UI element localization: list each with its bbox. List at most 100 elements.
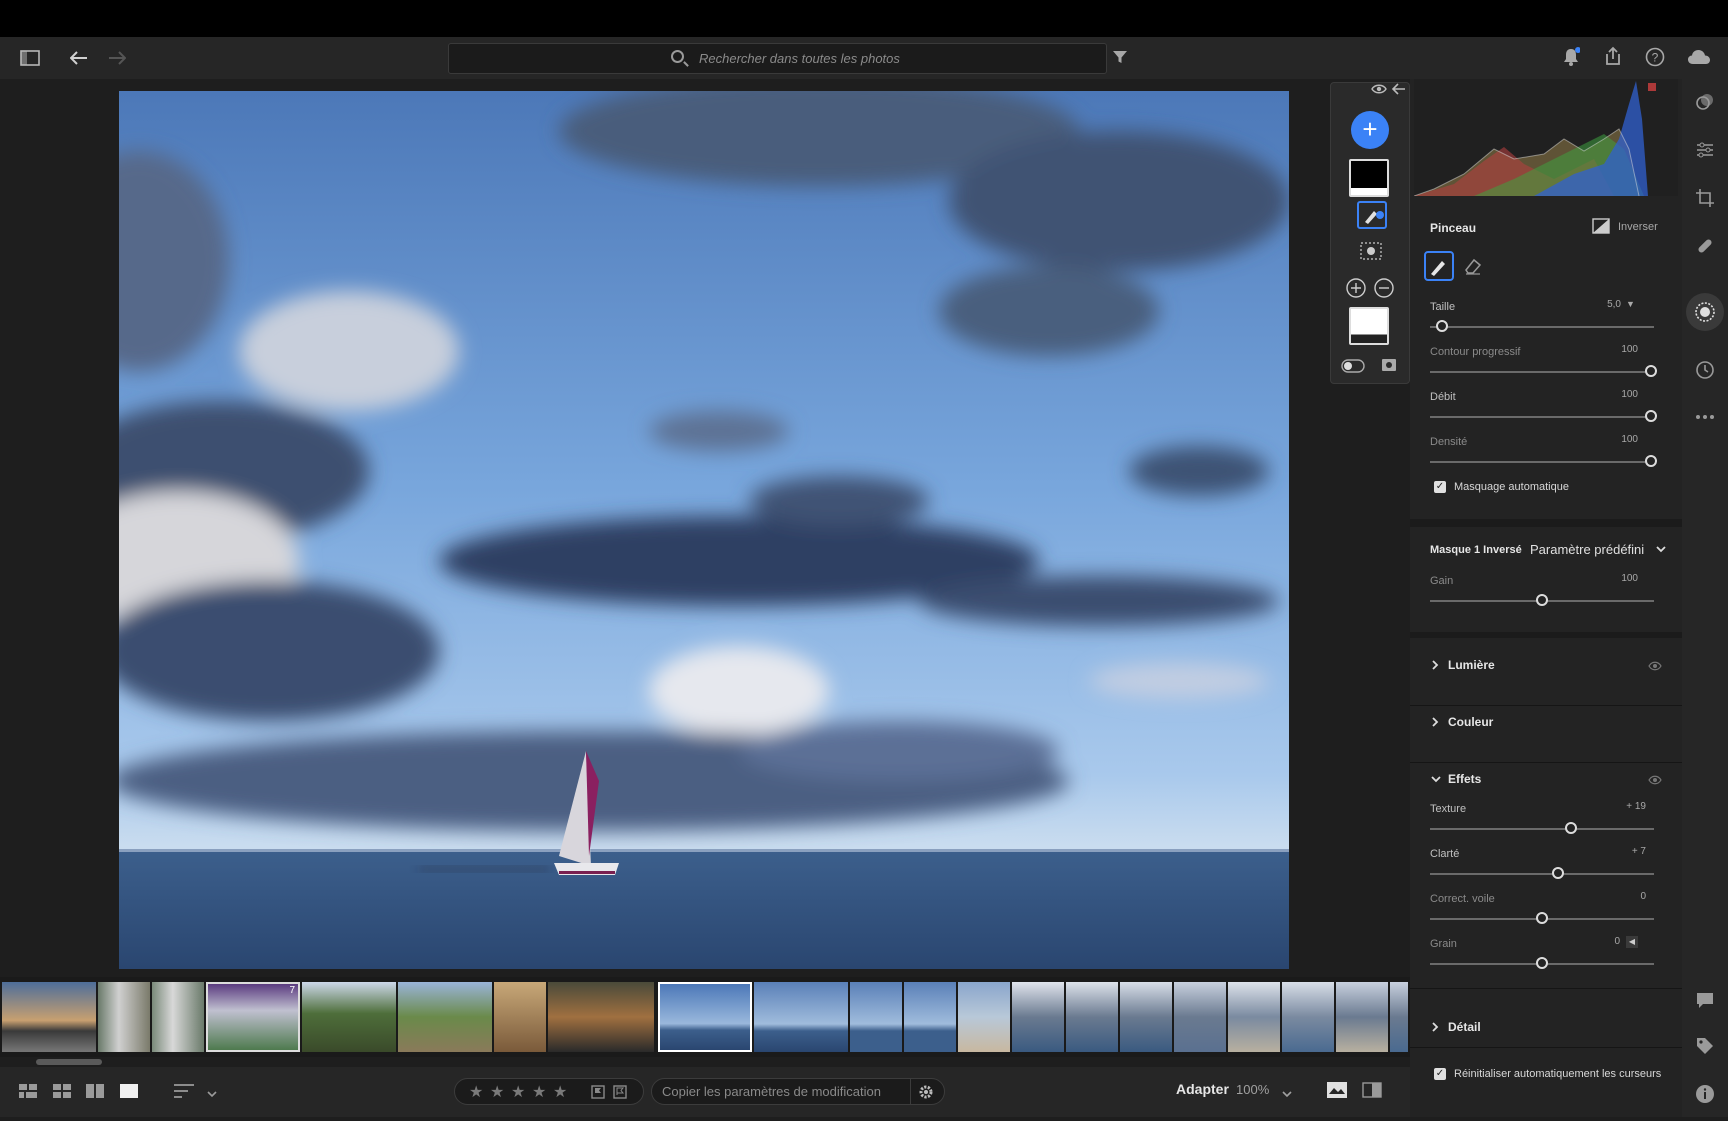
star-icon[interactable]: ★ bbox=[553, 1082, 567, 1102]
reset-sliders-checkbox[interactable]: ✓ bbox=[1434, 1068, 1446, 1080]
help-icon[interactable]: ? bbox=[1645, 47, 1665, 72]
section-detail[interactable]: Détail bbox=[1430, 1009, 1670, 1045]
before-after-icon[interactable] bbox=[1362, 1082, 1382, 1103]
fit-button[interactable]: Adapter bbox=[1176, 1081, 1229, 1097]
brush-tool-button[interactable] bbox=[1424, 251, 1454, 281]
section-color[interactable]: Couleur bbox=[1430, 704, 1670, 740]
filmstrip-thumb[interactable] bbox=[494, 982, 546, 1052]
gear-icon[interactable] bbox=[918, 1084, 934, 1105]
slider-density-value[interactable]: 100 bbox=[1598, 434, 1638, 445]
slider-feather-value[interactable]: 100 bbox=[1598, 344, 1638, 355]
filmstrip-thumb[interactable] bbox=[548, 982, 654, 1052]
slider-size-value[interactable]: 5,0 bbox=[1581, 299, 1621, 310]
eraser-tool-button[interactable] bbox=[1462, 255, 1484, 282]
subtract-from-mask-icon[interactable] bbox=[1373, 277, 1395, 304]
invert-label[interactable]: Inverser bbox=[1618, 221, 1658, 233]
star-icon[interactable]: ★ bbox=[469, 1082, 483, 1102]
slider-clarity-track[interactable] bbox=[1430, 873, 1654, 875]
size-dropdown-icon[interactable]: ▼ bbox=[1626, 299, 1635, 309]
back-arrow-icon[interactable] bbox=[64, 37, 94, 79]
slider-flow-knob[interactable] bbox=[1645, 410, 1657, 422]
zoom-chevron-down-icon[interactable] bbox=[1281, 1086, 1293, 1104]
filmstrip-thumb-selected[interactable] bbox=[658, 982, 752, 1052]
slider-flow-value[interactable]: 100 bbox=[1598, 389, 1638, 400]
filmstrip-toggle-icon[interactable] bbox=[1327, 1082, 1347, 1103]
filmstrip-thumb[interactable] bbox=[302, 982, 396, 1052]
brush-mask-item[interactable] bbox=[1357, 201, 1387, 229]
zoom-level[interactable]: 100% bbox=[1236, 1082, 1269, 1097]
filmstrip-thumb[interactable] bbox=[398, 982, 492, 1052]
compare-view-icon[interactable] bbox=[86, 1084, 104, 1103]
slider-flow-track[interactable] bbox=[1430, 416, 1654, 418]
section-effects[interactable]: Effets bbox=[1430, 761, 1670, 797]
inverted-mask-thumbnail[interactable] bbox=[1349, 307, 1389, 345]
tag-icon[interactable] bbox=[1682, 1023, 1728, 1069]
filmstrip-thumb[interactable] bbox=[1120, 982, 1172, 1052]
slider-grain-knob[interactable] bbox=[1536, 957, 1548, 969]
square-grid-icon[interactable] bbox=[53, 1084, 71, 1103]
slider-dehaze-knob[interactable] bbox=[1536, 912, 1548, 924]
star-icon[interactable]: ★ bbox=[490, 1082, 504, 1102]
filmstrip-thumb[interactable] bbox=[1066, 982, 1118, 1052]
star-icon[interactable]: ★ bbox=[532, 1082, 546, 1102]
slider-size-knob[interactable] bbox=[1436, 320, 1448, 332]
overlay-options-icon[interactable] bbox=[1381, 357, 1399, 380]
sort-chevron-down-icon[interactable] bbox=[206, 1086, 218, 1104]
slider-feather-track[interactable] bbox=[1430, 371, 1654, 373]
add-mask-button[interactable]: + bbox=[1351, 111, 1389, 149]
share-icon[interactable] bbox=[1603, 46, 1623, 71]
detail-view-icon[interactable] bbox=[120, 1084, 138, 1103]
reset-sliders-label[interactable]: Réinitialiser automatiquement les curseu… bbox=[1454, 1068, 1661, 1080]
subject-select-icon[interactable] bbox=[1359, 241, 1383, 266]
more-icon[interactable] bbox=[1682, 391, 1728, 437]
overlay-toggle-icon[interactable] bbox=[1341, 359, 1365, 378]
pick-flag-icon[interactable] bbox=[591, 1085, 605, 1104]
auto-mask-checkbox[interactable]: ✓ bbox=[1434, 481, 1446, 493]
slider-density-track[interactable] bbox=[1430, 461, 1654, 463]
slider-texture-value[interactable]: + 19 bbox=[1606, 801, 1646, 812]
search-input[interactable]: Rechercher dans toutes les photos bbox=[448, 43, 1107, 74]
filmstrip-scrollbar[interactable] bbox=[36, 1059, 102, 1065]
gain-knob[interactable] bbox=[1536, 594, 1548, 606]
preset-dropdown[interactable]: Paramètre prédéfini bbox=[1530, 542, 1644, 557]
history-icon[interactable] bbox=[1682, 347, 1728, 393]
slider-dehaze-value[interactable]: 0 bbox=[1606, 891, 1646, 902]
grain-expand-icon[interactable]: ◀ bbox=[1626, 936, 1638, 948]
filmstrip-thumb[interactable] bbox=[850, 982, 902, 1052]
grid-view-icon[interactable] bbox=[19, 1084, 37, 1103]
invert-icon[interactable] bbox=[1592, 218, 1610, 239]
slider-density-knob[interactable] bbox=[1645, 455, 1657, 467]
filmstrip-thumb[interactable] bbox=[1174, 982, 1226, 1052]
filmstrip-thumb[interactable] bbox=[98, 982, 150, 1052]
collapse-arrow-icon[interactable] bbox=[1391, 81, 1407, 102]
slider-clarity-knob[interactable] bbox=[1552, 867, 1564, 879]
reject-flag-icon[interactable] bbox=[613, 1085, 627, 1104]
main-photo[interactable] bbox=[119, 91, 1289, 969]
filmstrip-thumb[interactable] bbox=[1390, 982, 1408, 1052]
filmstrip-thumb[interactable]: 7 bbox=[206, 982, 300, 1052]
chevron-down-icon[interactable] bbox=[1655, 543, 1667, 558]
filmstrip-thumb[interactable] bbox=[1282, 982, 1334, 1052]
masking-icon[interactable] bbox=[1686, 293, 1724, 331]
slider-feather-knob[interactable] bbox=[1645, 365, 1657, 377]
filmstrip-thumb[interactable] bbox=[1012, 982, 1064, 1052]
panel-toggle-icon[interactable] bbox=[15, 37, 45, 79]
forward-arrow-icon[interactable] bbox=[102, 37, 132, 79]
bell-icon[interactable] bbox=[1562, 47, 1581, 72]
filmstrip-thumb[interactable] bbox=[152, 982, 204, 1052]
comment-icon[interactable] bbox=[1682, 977, 1728, 1023]
slider-grain-value[interactable]: 0 bbox=[1580, 936, 1620, 947]
star-icon[interactable]: ★ bbox=[511, 1082, 525, 1102]
mask-thumbnail[interactable] bbox=[1349, 159, 1389, 197]
slider-texture-knob[interactable] bbox=[1565, 822, 1577, 834]
filmstrip-thumb[interactable] bbox=[904, 982, 956, 1052]
info-icon[interactable] bbox=[1682, 1071, 1728, 1117]
section-light[interactable]: Lumière bbox=[1430, 647, 1670, 683]
adjust-sliders-icon[interactable] bbox=[1682, 127, 1728, 173]
healing-icon[interactable] bbox=[1682, 223, 1728, 269]
gain-value[interactable]: 100 bbox=[1598, 573, 1638, 584]
slider-texture-track[interactable] bbox=[1430, 828, 1654, 830]
filmstrip-thumb[interactable] bbox=[1228, 982, 1280, 1052]
add-to-mask-icon[interactable] bbox=[1345, 277, 1367, 304]
crop-icon[interactable] bbox=[1682, 175, 1728, 221]
